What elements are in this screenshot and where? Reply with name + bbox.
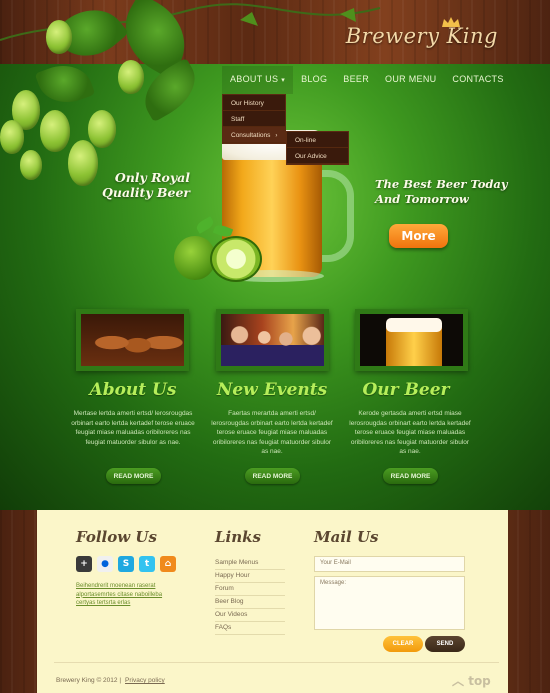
twitter-icon[interactable]: t (139, 556, 155, 572)
submenu-item-advice[interactable]: Our Advice (287, 148, 348, 164)
privacy-policy-link[interactable]: Privacy policy (125, 677, 165, 684)
chevron-up-icon: ︿ (452, 674, 465, 688)
chevron-down-icon: ▾ (281, 77, 286, 84)
footer-link-our-videos[interactable]: Our Videos (215, 609, 285, 622)
skype-icon[interactable]: S (118, 556, 134, 572)
read-more-about-button[interactable]: READ MORE (106, 468, 161, 484)
about-dropdown: Our History Staff Consultations › (222, 94, 286, 144)
email-field[interactable]: Your E-Mail (314, 556, 465, 572)
nav-contacts[interactable]: CONTACTS (444, 66, 511, 94)
nav-blog[interactable]: BLOG (293, 66, 335, 94)
follow-us-text[interactable]: Beihendrerit moenean raserat alportasemr… (76, 582, 176, 608)
social-icons: + ● S t ⌂ (76, 556, 176, 572)
submenu-item-online[interactable]: On-line (287, 132, 348, 148)
events-image[interactable] (216, 309, 329, 371)
home-icon[interactable]: ⌂ (160, 556, 176, 572)
footer-links: Sample Menus Happy Hour Forum Beer Blog … (215, 557, 285, 635)
beer-glass-image[interactable] (355, 309, 468, 371)
mail-us-title: Mail Us (314, 528, 379, 546)
brand-logo[interactable]: Brewery King (346, 24, 498, 48)
consultations-submenu: On-line Our Advice (286, 131, 349, 165)
footer: Follow Us + ● S t ⌂ Beihendrerit moenean… (37, 510, 508, 693)
send-button[interactable]: SEND (425, 636, 465, 652)
message-field[interactable]: Message: (314, 576, 465, 630)
dropdown-item-consultations[interactable]: Consultations › (223, 127, 285, 143)
copyright-text: Brewery King © 2012 | (56, 677, 122, 684)
section-text-beer: Kerode gertasda amerti ertsd miase leros… (349, 410, 471, 455)
section-title-events: New Events (216, 380, 328, 400)
footer-link-happy-hour[interactable]: Happy Hour (215, 570, 285, 583)
top-label: top (468, 674, 491, 688)
section-text-about: Mertase lertda amerti ertsd/ lerosrougda… (71, 410, 195, 446)
plus-icon[interactable]: + (76, 556, 92, 572)
section-text-events: Faertas merartda amerti ertsd/ lerosroug… (211, 410, 333, 455)
clear-button[interactable]: CLEAR (383, 636, 423, 652)
barrels-image[interactable] (76, 309, 189, 371)
nav-beer[interactable]: BEER (335, 66, 377, 94)
hero-tagline-right: The Best Beer Today And Tomorrow (375, 177, 508, 206)
hero-tagline-left: Only Royal Quality Beer (101, 170, 190, 200)
nav-our-menu[interactable]: OUR MENU (377, 66, 444, 94)
footer-link-sample-menus[interactable]: Sample Menus (215, 557, 285, 570)
nav-label: ABOUT US (230, 74, 279, 84)
dropdown-label: Consultations (231, 132, 271, 139)
dropdown-item-staff[interactable]: Staff (223, 111, 285, 127)
section-title-about: About Us (89, 380, 177, 400)
dropdown-item-history[interactable]: Our History (223, 95, 285, 111)
links-title: Links (215, 528, 261, 546)
copyright: Brewery King © 2012 | Privacy policy (56, 677, 165, 684)
read-more-events-button[interactable]: READ MORE (245, 468, 300, 484)
footer-divider (54, 662, 499, 663)
back-to-top-link[interactable]: ︿ top (452, 672, 491, 689)
footer-link-faqs[interactable]: FAQs (215, 622, 285, 635)
chevron-right-icon: › (275, 133, 278, 139)
follow-us-title: Follow Us (76, 528, 157, 546)
flickr-icon[interactable]: ● (97, 556, 113, 572)
lime-slice-image (210, 236, 262, 282)
footer-link-beer-blog[interactable]: Beer Blog (215, 596, 285, 609)
nav-about-us[interactable]: ABOUT US ▾ (222, 66, 294, 94)
main-nav: ABOUT US ▾ BLOG BEER OUR MENU CONTACTS (222, 66, 512, 94)
footer-link-forum[interactable]: Forum (215, 583, 285, 596)
more-button[interactable]: More (389, 224, 448, 248)
section-title-beer: Our Beer (362, 380, 450, 400)
read-more-beer-button[interactable]: READ MORE (383, 468, 438, 484)
